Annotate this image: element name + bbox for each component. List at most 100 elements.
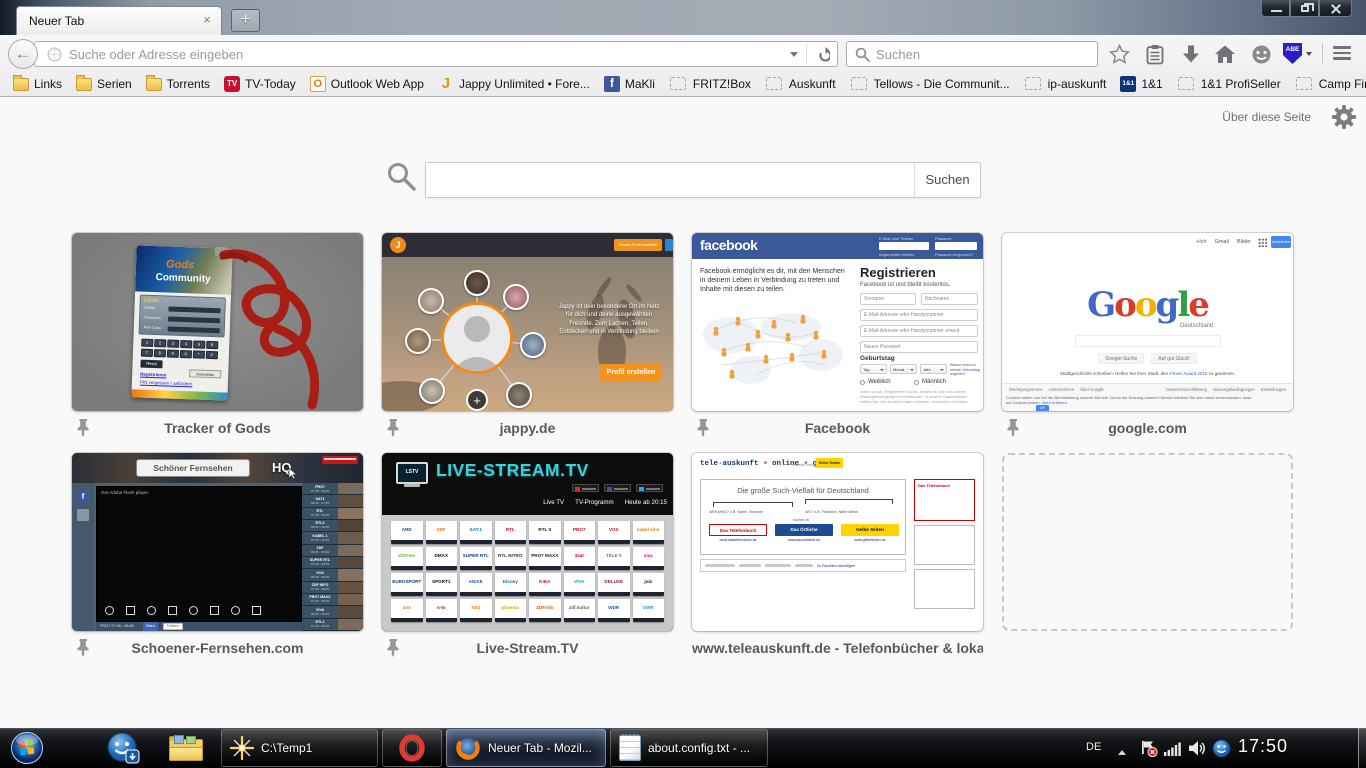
headline: Die große Such-Vielfalt für Deutschland bbox=[701, 486, 905, 495]
channel-thumb bbox=[338, 582, 363, 593]
tray-smiley-icon[interactable] bbox=[1212, 739, 1231, 758]
channel-card: DMAX bbox=[426, 547, 458, 570]
channel-row: RTL07:45 - 08:45 bbox=[302, 508, 363, 520]
logo-letter: o bbox=[1114, 285, 1135, 325]
url-bar[interactable] bbox=[34, 41, 838, 67]
channel-card: ZDFinfo bbox=[529, 599, 561, 622]
close-button[interactable] bbox=[1319, 0, 1352, 17]
empty-tile-placeholder[interactable] bbox=[1002, 453, 1293, 631]
taskbar-button-temp1[interactable]: C:\Temp1 bbox=[221, 729, 378, 767]
bookmark-item[interactable]: 1&1 bbox=[1113, 76, 1169, 92]
bookmark-item[interactable]: Links bbox=[6, 76, 69, 91]
tile-thumbnail[interactable]: +IchGmailBilder Anmelden Google Deutschl… bbox=[1002, 233, 1293, 411]
bookmark-label: MaKli bbox=[625, 77, 655, 91]
hidden-icons-arrow[interactable] bbox=[1118, 746, 1126, 755]
tile-thumbnail[interactable]: LSTV LIVE-STREAM.TV Live TVTV-ProgrammHe… bbox=[382, 453, 673, 631]
smiley-app-icon[interactable] bbox=[106, 731, 140, 765]
telefonbuch-button: Das Telefonbuch bbox=[709, 524, 767, 536]
browser-tab[interactable]: Neuer Tab bbox=[16, 6, 222, 35]
footer-link: Einstellungen bbox=[1261, 387, 1286, 392]
create-profile-button: Profil erstellen bbox=[600, 364, 662, 381]
bookmark-icon bbox=[604, 76, 620, 92]
tile-title[interactable]: Facebook bbox=[692, 420, 983, 436]
back-button[interactable] bbox=[8, 39, 38, 69]
tile-title[interactable]: www.teleauskunft.de - Telefonbücher & lo… bbox=[692, 640, 983, 656]
newtab-search-input[interactable] bbox=[426, 163, 914, 197]
tile-thumbnail[interactable]: + J Neues Profil erstellen Jappy ist dei… bbox=[382, 233, 673, 411]
bookmarks-menu-icon[interactable] bbox=[1146, 44, 1164, 65]
channel-grid-area: ARD ZDF SAT.1 bbox=[382, 515, 673, 631]
footer-links-row: Zu Favoriten hinzufügen bbox=[700, 559, 906, 572]
tile-thumbnail[interactable]: Gods Community LOGIN Name Passwort PIN-C… bbox=[72, 233, 363, 411]
adblock-button[interactable]: ABE bbox=[1283, 43, 1312, 64]
bookmark-item[interactable]: Serien bbox=[69, 76, 139, 91]
tile-title[interactable]: Schoener-Fernsehen.com bbox=[72, 640, 363, 656]
taskbar-button-notepad[interactable]: about.config.txt - ... bbox=[610, 729, 768, 767]
channel-card: ZDFneo bbox=[391, 547, 423, 570]
newtab-search-form: Suchen bbox=[425, 162, 981, 198]
channel-card: WDR bbox=[598, 599, 630, 622]
bookmark-icon bbox=[438, 76, 454, 92]
url-dropdown-icon[interactable] bbox=[790, 52, 798, 61]
gear-icon[interactable] bbox=[1331, 104, 1357, 130]
bookmark-item[interactable]: ip-auskunft bbox=[1017, 76, 1114, 92]
promo-line: Stadtgeschichte schreiben: Helfen Sie Ih… bbox=[1002, 371, 1293, 376]
new-tab-button[interactable] bbox=[231, 9, 260, 32]
tab-close-icon[interactable] bbox=[201, 14, 213, 26]
bookmark-item[interactable]: Camp Firefox bbox=[1288, 76, 1366, 92]
restore-button[interactable] bbox=[1290, 0, 1319, 17]
search-bar[interactable] bbox=[846, 41, 1098, 67]
social-rail: f bbox=[72, 483, 94, 631]
show-desktop-button[interactable] bbox=[1358, 728, 1366, 768]
bookmark-item[interactable]: Jappy Unlimited • Fore... bbox=[431, 76, 597, 92]
reload-icon[interactable] bbox=[814, 46, 830, 62]
action-center-flag-icon[interactable] bbox=[1140, 740, 1158, 757]
social-icon bbox=[77, 509, 89, 521]
url-input[interactable] bbox=[69, 42, 786, 66]
tile-thumbnail[interactable]: facebook E-Mail oder Telefon Passwort An… bbox=[692, 233, 983, 411]
tile-thumbnail[interactable]: tele·auskunft ▪ online ▪ gmbh Partner vo… bbox=[692, 453, 983, 631]
search-input[interactable] bbox=[876, 42, 1097, 66]
tile-title[interactable]: jappy.de bbox=[382, 420, 673, 436]
clock[interactable]: 17:50 bbox=[1238, 736, 1288, 757]
volume-icon[interactable] bbox=[1188, 740, 1208, 757]
tile-title[interactable]: Tracker of Gods bbox=[72, 420, 363, 436]
start-button[interactable] bbox=[10, 731, 44, 765]
logo-letter: e bbox=[1188, 285, 1208, 325]
tile-title[interactable]: Live-Stream.TV bbox=[382, 640, 673, 656]
newtab-search-button[interactable]: Suchen bbox=[914, 163, 980, 197]
chat-smiley-icon[interactable] bbox=[1251, 44, 1272, 65]
tile-thumbnail[interactable]: Schöner Fernsehen HQ f Get Adobe Flash p… bbox=[72, 453, 363, 631]
taskbar-button-firefox[interactable]: Neuer Tab - Mozil... bbox=[446, 729, 606, 767]
explorer-folder-icon[interactable] bbox=[169, 735, 203, 761]
taskbar-button-opera[interactable] bbox=[382, 729, 442, 767]
tile-title[interactable]: google.com bbox=[1002, 420, 1293, 436]
bookmark-item[interactable]: Outlook Web App bbox=[303, 76, 431, 92]
infobox bbox=[914, 525, 975, 565]
language-indicator[interactable]: DE bbox=[1086, 741, 1101, 753]
bookmark-item[interactable]: TV-Today bbox=[217, 76, 303, 92]
bookmark-item[interactable]: MaKli bbox=[597, 76, 662, 92]
lucky-button: Auf gut Glück! bbox=[1151, 353, 1196, 364]
downloads-icon[interactable] bbox=[1181, 44, 1201, 65]
bookmark-item[interactable]: Torrents bbox=[139, 76, 217, 91]
register-field: Neues Passwort bbox=[860, 341, 978, 353]
menu-button[interactable] bbox=[1333, 46, 1351, 63]
bookmark-item[interactable]: Auskunft bbox=[758, 76, 843, 92]
tiles-grid: Gods Community LOGIN Name Passwort PIN-C… bbox=[72, 233, 1293, 673]
flash-hint: Get Adobe Flash player. bbox=[101, 490, 149, 495]
about-page-link[interactable]: Über diese Seite bbox=[1222, 110, 1311, 124]
taskbar-button-label: C:\Temp1 bbox=[261, 741, 312, 755]
bookmark-item[interactable]: Tellows - Die Communit... bbox=[843, 76, 1017, 92]
channel-card: arte bbox=[391, 599, 423, 622]
channel-card: DELUXE bbox=[598, 573, 630, 596]
bookmark-item[interactable]: 1&1 ProfiSeller bbox=[1170, 76, 1288, 92]
channel-card: n-tv bbox=[426, 599, 458, 622]
network-signal-icon[interactable] bbox=[1164, 742, 1182, 756]
bookmark-item[interactable]: FRITZ!Box bbox=[662, 76, 758, 92]
tile-google: +IchGmailBilder Anmelden Google Deutschl… bbox=[1002, 233, 1293, 453]
home-icon[interactable] bbox=[1214, 44, 1236, 65]
bookmark-star-icon[interactable] bbox=[1109, 44, 1130, 64]
minimize-button[interactable] bbox=[1261, 0, 1290, 17]
google-search-button: Google-Suche bbox=[1098, 353, 1144, 364]
